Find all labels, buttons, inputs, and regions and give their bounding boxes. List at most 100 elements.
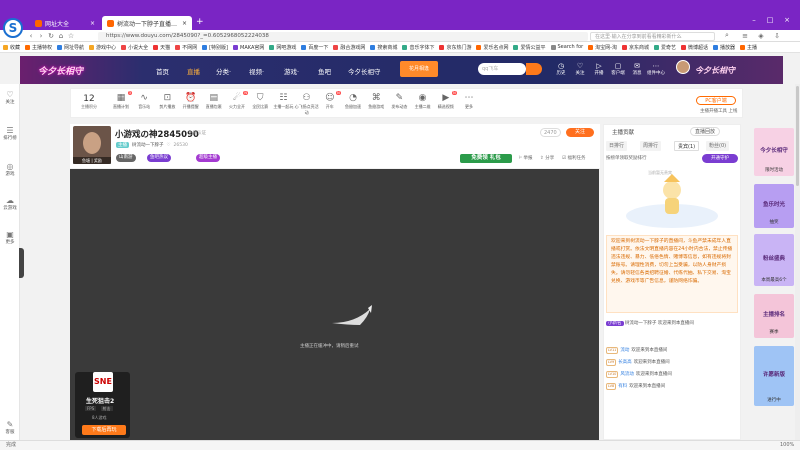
tab-fans[interactable]: 粉丝(0) <box>706 141 730 151</box>
nav-game[interactable]: 游戏· <box>284 66 299 76</box>
replay-button[interactable]: 直播回放 <box>690 127 721 136</box>
browser-logo-icon[interactable]: S <box>3 18 23 38</box>
toolbar-item[interactable]: ⚇ 心飞扬点亮活动 <box>295 92 319 116</box>
url-input[interactable]: https://www.douyu.com/2845090?_=0.605296… <box>98 31 588 41</box>
header-broadcast[interactable]: ▷ 开播 <box>590 62 608 76</box>
toolbar-item[interactable]: ⋯ 更多 <box>457 92 481 110</box>
toolbar-item[interactable]: ☷ 主播一起玩 <box>271 92 295 110</box>
user-avatar[interactable] <box>676 60 690 74</box>
minimize-button[interactable]: – <box>748 16 760 24</box>
chat-nickname[interactable]: 长高高 <box>618 360 632 365</box>
promo-badge[interactable]: 花月相逢 <box>400 61 438 77</box>
nav-fishbar[interactable]: 鱼吧 <box>318 66 331 76</box>
toolbar-item[interactable]: ✎ 发布动态 <box>387 92 411 110</box>
bookmark-item[interactable]: 天猫 <box>153 44 170 51</box>
super-tag[interactable]: 超级主播 <box>196 154 220 162</box>
side-ad[interactable]: 粉丝盛典 本周最高6个 <box>754 234 794 286</box>
home-icon[interactable]: ⌂ <box>56 32 66 40</box>
nav-category[interactable]: 分类· <box>216 66 231 76</box>
bookmark-item[interactable]: 京东商城 <box>621 44 649 51</box>
share-link[interactable]: ⇪ 分享 <box>540 155 554 161</box>
level-widget[interactable]: 12 主播积分 <box>78 94 100 110</box>
sidebar-item[interactable]: ☁ 云游戏 <box>0 196 20 211</box>
site-search-button[interactable] <box>526 63 542 75</box>
header-more[interactable]: ⋯ 组件中心 <box>647 62 665 76</box>
toolbar-item[interactable]: ⛉ 全民比赛 <box>248 92 272 110</box>
chat-nickname[interactable]: 有料 <box>618 384 627 389</box>
pc-client-button[interactable]: PC客户端 <box>696 96 736 105</box>
nav-event[interactable]: 今夕长相守 <box>348 66 381 76</box>
side-ad[interactable]: 主播排名 赛季 <box>754 294 794 338</box>
tab-close-icon[interactable]: × <box>90 20 95 27</box>
bookmark-item[interactable]: 网址导航 <box>57 44 84 51</box>
toolbar-item[interactable]: ☄ 火力全开 N <box>225 91 249 110</box>
bookmark-item[interactable]: 小说大全 <box>121 44 148 51</box>
nav-home[interactable]: 首页 <box>156 66 169 76</box>
toolbar-item[interactable]: ▤ 直播包裹 <box>202 92 226 110</box>
chat-nickname[interactable]: 流动 <box>620 348 629 353</box>
pc-tool-link[interactable]: 主播开播工具 上线 <box>700 108 737 114</box>
toolbar-item[interactable]: ∿ 音乐站 <box>132 92 156 110</box>
game-download-button[interactable]: 下载后再玩 <box>82 425 126 435</box>
back-icon[interactable]: ‹ <box>26 32 36 40</box>
bookmark-item[interactable]: 爱奇艺 <box>653 44 676 51</box>
sidebar-collapse-handle[interactable] <box>19 248 24 278</box>
scrollbar-thumb[interactable] <box>796 86 799 186</box>
open-guard-button[interactable]: 开通守护 <box>702 154 738 163</box>
browser-search-input[interactable]: 在这里·输入在分享到前看看精彩新什么 <box>590 31 715 41</box>
extension-icon[interactable]: ◈ <box>756 32 766 40</box>
header-client[interactable]: ▢ 客户端 <box>609 62 627 76</box>
toolbar-item[interactable]: ⏰ 开播提醒 <box>179 92 203 110</box>
new-tab-icon[interactable]: + <box>196 17 204 27</box>
free-gift-button[interactable]: 免费领 礼包 <box>460 154 512 163</box>
refresh-icon[interactable]: ↻ <box>46 32 56 40</box>
bookmark-item[interactable]: 主播特权 <box>25 44 52 51</box>
toolbar-item[interactable]: ◉ 主播二维 <box>411 92 435 110</box>
bookmark-item[interactable]: 主播 <box>740 44 757 51</box>
report-link[interactable]: ⚐ 举报 <box>518 155 532 161</box>
header-history[interactable]: ◷ 历史 <box>552 62 570 76</box>
bookmark-item[interactable]: 不网网 <box>175 44 197 51</box>
bookmark-item[interactable]: 爱情公益平 <box>513 44 546 51</box>
nav-video[interactable]: 视频· <box>249 66 264 76</box>
sidebar-item[interactable]: ✎ 客服 <box>0 420 20 435</box>
bookmark-item[interactable]: 融合游戏网 <box>333 44 365 51</box>
sidebar-item[interactable]: ▣ 更多 <box>0 230 20 245</box>
bookmark-item[interactable]: 播放器 <box>713 44 735 51</box>
close-window-button[interactable]: × <box>781 16 793 24</box>
bookmark-item[interactable]: 网吧游戏 <box>269 44 296 51</box>
toolbar-item[interactable]: ☺ 开车 N <box>318 91 342 110</box>
bookmark-item[interactable]: 爱乐名点网 <box>476 44 508 51</box>
tab-vip[interactable]: 贵宾(1) <box>674 141 700 151</box>
follow-button[interactable]: 关注 <box>566 128 594 137</box>
bookmark-item[interactable]: 游戏中心 <box>89 44 116 51</box>
sidebar-item[interactable]: ☰ 排行榜 <box>0 126 20 141</box>
bookmark-item[interactable]: 百度一下 <box>301 44 328 51</box>
bookmark-item[interactable]: Search for <box>550 44 583 50</box>
nav-live[interactable]: 直播 <box>187 66 200 76</box>
owner-name[interactable]: 树流动一下脖子 <box>132 142 164 148</box>
bookmark-item[interactable]: 音乐字体下 <box>402 44 434 51</box>
bookmark-item[interactable]: 搜索商城 <box>370 44 397 51</box>
bookmark-item[interactable]: 淘宝网-淘 <box>588 44 617 51</box>
search-icon[interactable]: ⌕ <box>722 31 732 40</box>
zoom-level[interactable]: 100% <box>780 441 794 450</box>
browser-tab-0[interactable]: 网址大全 × <box>30 16 100 30</box>
tab-close-icon[interactable]: × <box>182 20 187 27</box>
toolbar-item[interactable]: ▶ 精选视频 N <box>434 91 458 110</box>
tab-weekly-rank[interactable]: 周排行 <box>640 141 662 151</box>
side-ad[interactable]: 鱼乐时光 抽奖 <box>754 184 794 228</box>
fishbar-tag[interactable]: 鱼吧热议 <box>147 154 171 162</box>
contrib-header[interactable]: 主播贡献 <box>612 128 634 136</box>
site-search-input[interactable]: qq飞车 <box>478 63 526 75</box>
maximize-button[interactable]: □ <box>764 16 776 24</box>
sidebar-item[interactable]: ◎ 游戏 <box>0 162 20 177</box>
header-follow[interactable]: ♡ 关注 <box>571 62 589 76</box>
download-icon[interactable]: ⇩ <box>772 32 782 40</box>
side-ad[interactable]: 今夕长相守 限时活动 <box>754 128 794 176</box>
browser-tab-1[interactable]: 树流动一下脖子直播_主 × <box>102 16 192 30</box>
bookmark-item[interactable]: MAKA官网 <box>233 44 264 51</box>
tab-daily-rank[interactable]: 日排行 <box>606 141 628 151</box>
header-banner-logo[interactable]: 今夕长相守 <box>30 58 140 82</box>
star-icon[interactable]: ☆ <box>66 32 76 40</box>
